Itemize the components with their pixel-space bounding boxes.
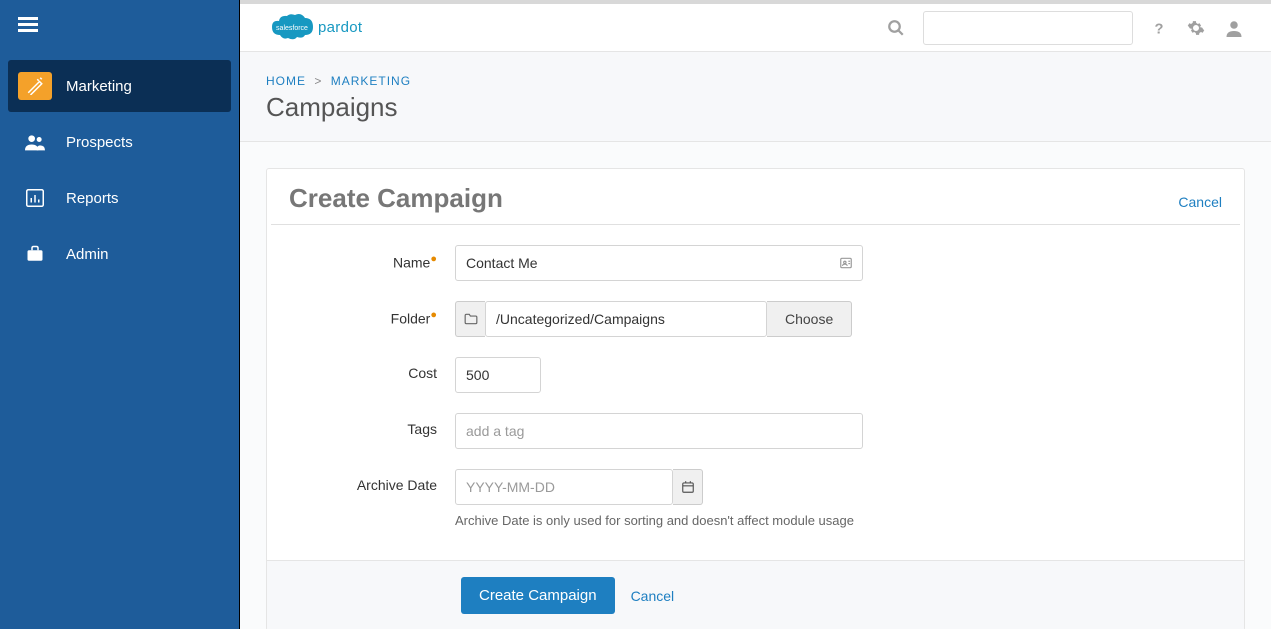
svg-text:?: ? — [1155, 21, 1164, 36]
users-icon — [18, 128, 52, 156]
briefcase-icon — [18, 240, 52, 268]
tags-input[interactable] — [455, 413, 863, 449]
name-input[interactable] — [455, 245, 863, 281]
archive-date-input[interactable] — [455, 469, 673, 505]
search-input[interactable] — [923, 11, 1133, 45]
breadcrumb-marketing[interactable]: MARKETING — [331, 74, 411, 88]
folder-label: Folder● — [285, 301, 455, 327]
breadcrumb-home[interactable]: HOME — [266, 74, 306, 88]
page-title: Campaigns — [266, 92, 1245, 123]
panel-footer: Create Campaign Cancel — [267, 560, 1244, 629]
bar-chart-icon — [18, 184, 52, 212]
name-label: Name● — [285, 245, 455, 271]
sidebar-item-label: Admin — [66, 246, 109, 263]
search-icon[interactable] — [887, 19, 905, 37]
sidebar-item-label: Marketing — [66, 78, 132, 95]
sidebar: Marketing Prospects Reports Admin — [0, 0, 240, 629]
create-campaign-button[interactable]: Create Campaign — [461, 577, 615, 614]
cost-label: Cost — [285, 357, 455, 381]
choose-folder-button[interactable]: Choose — [767, 301, 852, 337]
brand-name: pardot — [318, 19, 362, 36]
tags-label: Tags — [285, 413, 455, 437]
sidebar-item-label: Prospects — [66, 134, 133, 151]
user-icon[interactable] — [1225, 19, 1243, 37]
main-column: salesforce pardot ? HOME > MARKETING Cam… — [240, 0, 1271, 629]
breadcrumb-separator: > — [314, 74, 322, 88]
sidebar-item-prospects[interactable]: Prospects — [8, 116, 231, 168]
sidebar-item-admin[interactable]: Admin — [8, 228, 231, 280]
campaign-form: Name● Folder● — [267, 225, 1244, 560]
sidebar-item-reports[interactable]: Reports — [8, 172, 231, 224]
contact-card-icon[interactable] — [839, 256, 853, 270]
hamburger-icon — [18, 14, 38, 35]
gear-icon[interactable] — [1187, 19, 1205, 37]
salesforce-cloud-icon: salesforce — [270, 13, 314, 43]
folder-input — [485, 301, 767, 337]
cost-input[interactable] — [455, 357, 541, 393]
topbar: salesforce pardot ? — [240, 0, 1271, 52]
archive-date-help: Archive Date is only used for sorting an… — [455, 513, 1226, 528]
archive-date-label: Archive Date — [285, 469, 455, 493]
breadcrumb: HOME > MARKETING — [266, 74, 1245, 88]
calendar-button[interactable] — [673, 469, 703, 505]
svg-text:salesforce: salesforce — [276, 25, 308, 32]
hamburger-button[interactable] — [0, 0, 239, 52]
page-header: HOME > MARKETING Campaigns — [240, 52, 1271, 142]
content-area: Create Campaign Cancel Name● — [240, 142, 1271, 629]
calendar-icon — [681, 480, 695, 494]
panel-cancel-link[interactable]: Cancel — [1178, 194, 1222, 210]
sidebar-item-marketing[interactable]: Marketing — [8, 60, 231, 112]
help-icon[interactable]: ? — [1151, 20, 1167, 36]
create-campaign-panel: Create Campaign Cancel Name● — [266, 168, 1245, 629]
sidebar-item-label: Reports — [66, 190, 119, 207]
wand-icon — [18, 72, 52, 100]
brand-logo[interactable]: salesforce pardot — [270, 13, 362, 43]
folder-icon — [455, 301, 485, 337]
panel-title: Create Campaign — [289, 183, 1178, 214]
footer-cancel-link[interactable]: Cancel — [631, 588, 675, 604]
